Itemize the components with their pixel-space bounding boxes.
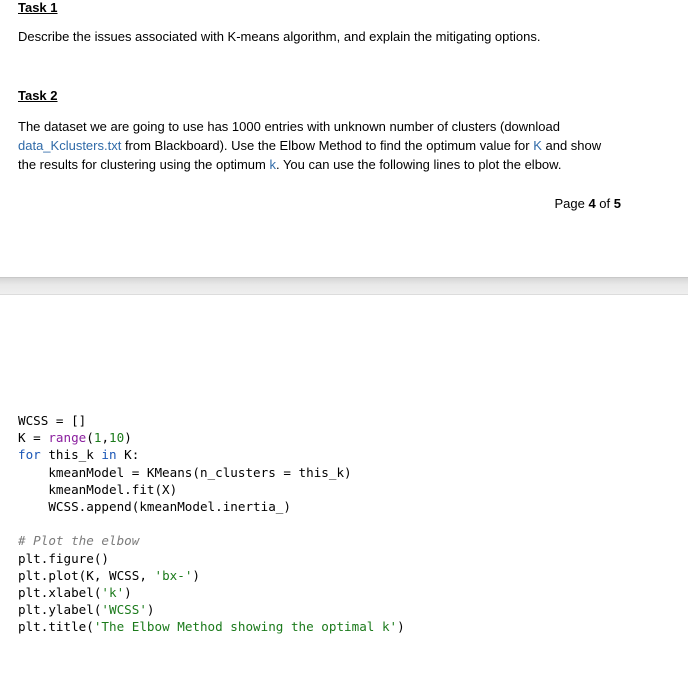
- code-token: ): [146, 602, 155, 618]
- code-line-2: K = range(1,10): [18, 430, 132, 445]
- task2-text: The dataset we are going to use has 1000…: [18, 117, 622, 174]
- dataset-file-name: data_Kclusters.txt: [18, 138, 122, 153]
- task2-text-part4: the results for clustering using the opt…: [18, 157, 270, 172]
- code-line-12: plt.ylabel('WCSS'): [18, 602, 155, 617]
- task2-text-part2: from Blackboard). Use the Elbow Method t…: [121, 138, 534, 153]
- page-number-current: 4: [588, 196, 596, 211]
- code-token-string: 'bx-': [154, 567, 193, 583]
- code-token: this_k: [40, 447, 102, 463]
- code-token: (: [86, 430, 94, 446]
- task1-heading: Task 1: [18, 0, 58, 15]
- code-block: WCSS = [] K = range(1,10) for this_k in …: [18, 412, 405, 636]
- code-token: ,: [101, 430, 110, 446]
- code-token: plt.ylabel(: [18, 602, 102, 618]
- code-token-string: 'WCSS': [101, 602, 147, 618]
- task2-heading: Task 2: [18, 88, 58, 103]
- code-token: ): [124, 430, 132, 446]
- code-line-6: WCSS.append(kmeanModel.inertia_): [18, 499, 291, 515]
- code-token: K =: [18, 430, 49, 446]
- code-line-13: plt.title('The Elbow Method showing the …: [18, 619, 405, 634]
- task2-text-part1: The dataset we are going to use has 1000…: [18, 119, 560, 134]
- code-token-keyword: in: [101, 447, 117, 463]
- code-line-9: plt.figure(): [18, 550, 109, 566]
- code-token: plt.title(: [18, 619, 94, 635]
- code-token-function: range: [48, 430, 87, 446]
- code-line-4: kmeanModel = KMeans(n_clusters = this_k): [18, 464, 352, 480]
- code-line-1: WCSS = []: [18, 413, 87, 428]
- code-line-10: plt.plot(K, WCSS, 'bx-'): [18, 568, 200, 583]
- code-token: ): [397, 619, 405, 635]
- code-comment: # Plot the elbow: [18, 533, 140, 549]
- page-break-separator: [0, 277, 688, 295]
- code-token: ): [192, 567, 200, 583]
- code-token-string: 'k': [101, 585, 125, 601]
- page-number-middle: of: [595, 196, 614, 211]
- code-token: ): [124, 585, 132, 601]
- code-line-3: for this_k in K:: [18, 447, 139, 462]
- task2-text-part3: and show: [541, 138, 602, 153]
- code-token: plt.plot(K, WCSS,: [18, 567, 155, 583]
- k-upper-variable: K: [533, 138, 542, 153]
- code-token-keyword: for: [18, 447, 41, 463]
- page-number-total: 5: [613, 196, 621, 211]
- page-number-prefix: Page: [554, 196, 589, 211]
- code-token-string: 'The Elbow Method showing the optimal k': [93, 619, 398, 635]
- code-token-number: 10: [109, 430, 125, 446]
- code-line-5: kmeanModel.fit(X): [18, 481, 178, 497]
- code-line-11: plt.xlabel('k'): [18, 585, 132, 600]
- code-token: K:: [116, 447, 140, 463]
- task1-text: Describe the issues associated with K-me…: [18, 29, 541, 44]
- code-token: plt.xlabel(: [18, 585, 102, 601]
- page-number: Page 4 of 5: [554, 196, 621, 211]
- task2-text-part5: . You can use the following lines to plo…: [275, 157, 562, 172]
